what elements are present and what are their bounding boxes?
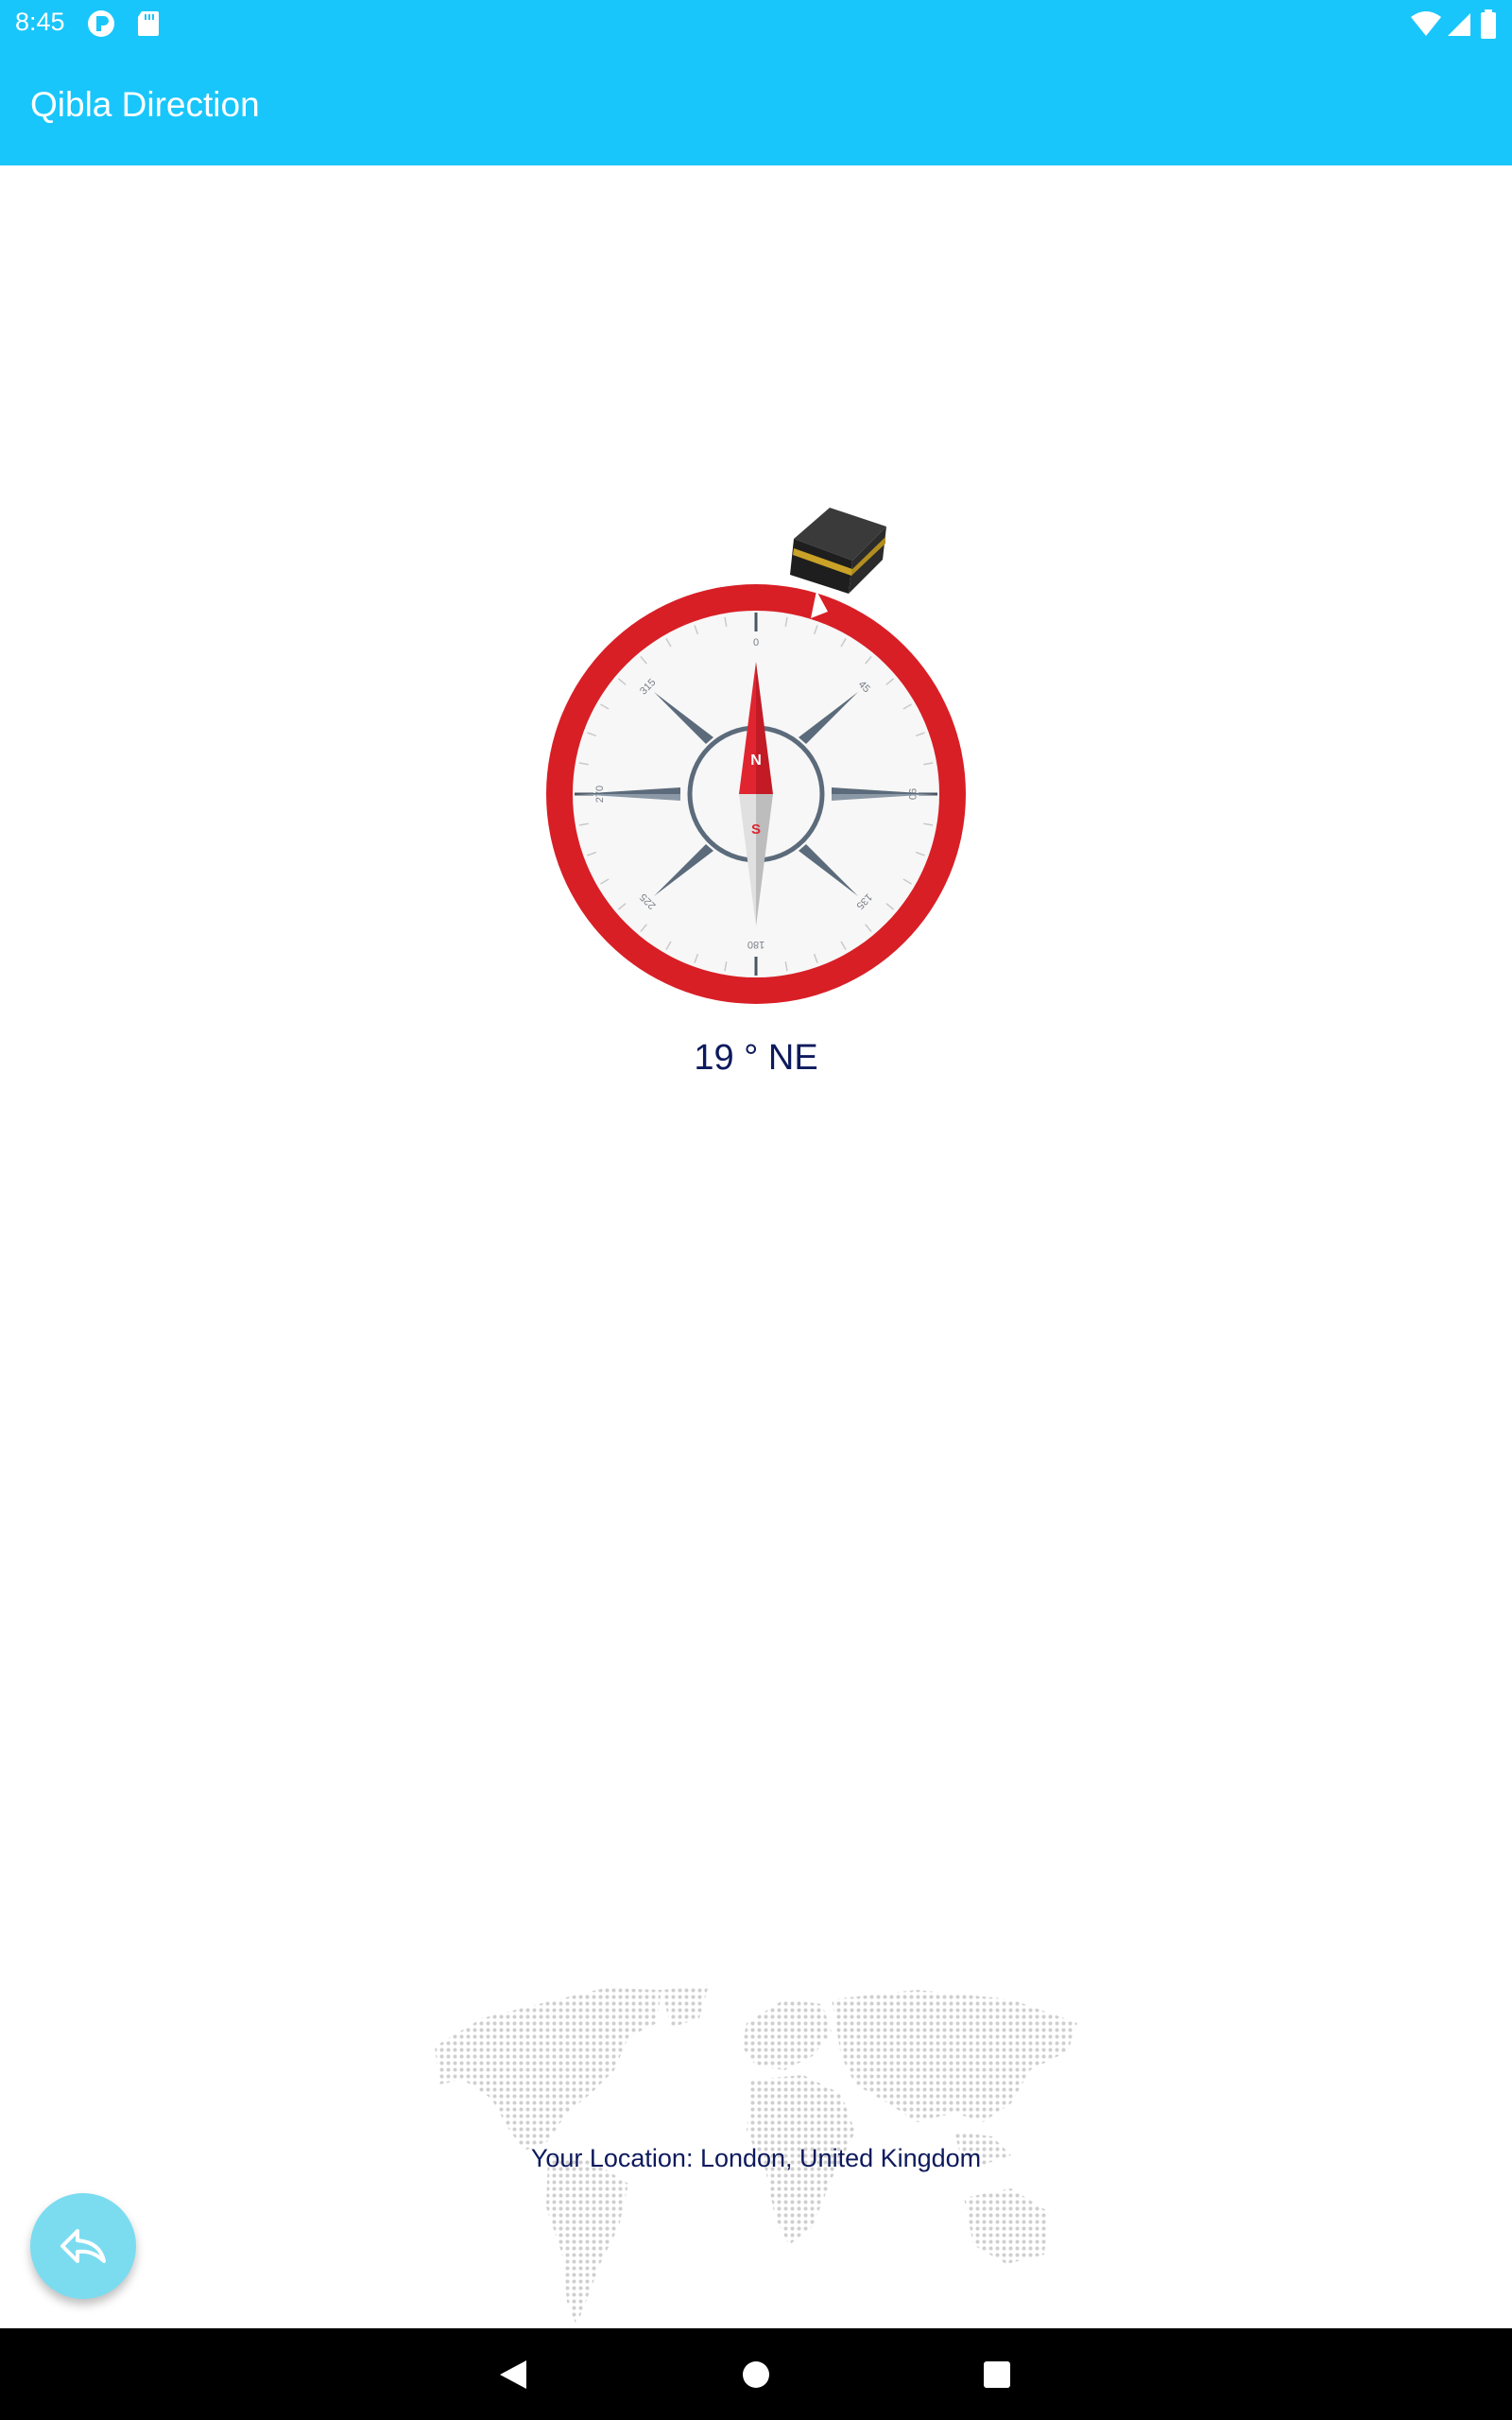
share-fab-button[interactable] xyxy=(30,2193,136,2299)
kaaba-icon xyxy=(790,508,886,594)
cellular-signal-icon xyxy=(1446,9,1474,38)
qibla-heading: 19 ° NE xyxy=(694,1038,818,1078)
app-bar: Qibla Direction xyxy=(0,47,1512,165)
needle-north-label: N xyxy=(750,752,762,769)
qibla-screen: 8:45 Qibla Direction 0 45 135 180 225 31… xyxy=(0,0,1512,2420)
back-icon[interactable] xyxy=(487,2349,538,2400)
battery-icon xyxy=(1480,9,1497,39)
qibla-compass: 0 45 90 135 180 225 270 315 xyxy=(529,492,983,1021)
app-title: Qibla Direction xyxy=(30,85,260,124)
reply-arrow-icon xyxy=(60,2229,106,2263)
status-bar: 8:45 xyxy=(0,0,1512,47)
needle-south-label: S xyxy=(751,821,761,838)
sd-card-icon xyxy=(136,9,164,38)
tick-label-0: 0 xyxy=(753,637,759,648)
location-label: Your Location: London, United Kingdom xyxy=(530,2144,982,2172)
app-notification-icon xyxy=(87,9,115,38)
home-icon[interactable] xyxy=(730,2349,782,2400)
recents-icon[interactable] xyxy=(971,2349,1022,2400)
system-nav-bar xyxy=(0,2328,1512,2420)
status-time: 8:45 xyxy=(15,8,65,36)
tick-label-180: 180 xyxy=(747,939,765,950)
wifi-icon xyxy=(1410,9,1442,38)
